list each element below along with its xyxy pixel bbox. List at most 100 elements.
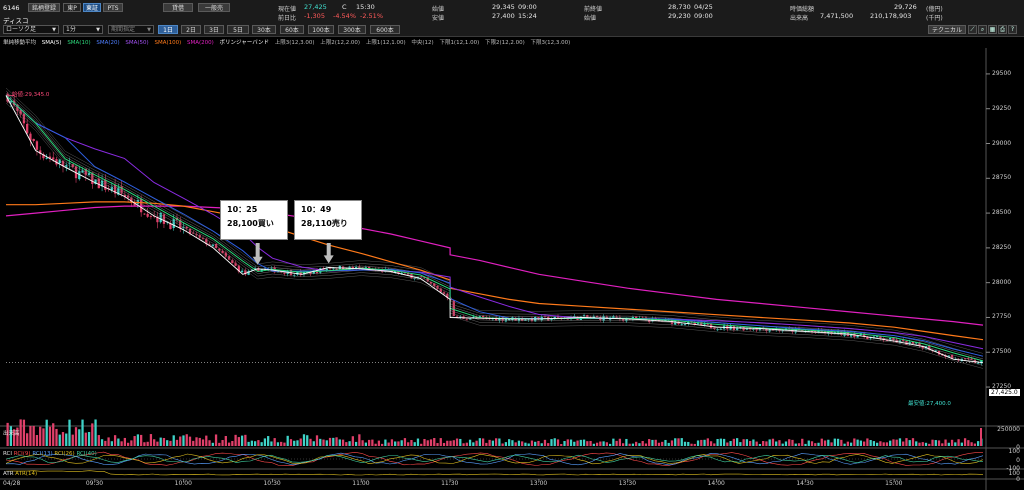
- rci-axis-top: 100: [1008, 448, 1020, 455]
- prev-close-date: 04/25: [694, 3, 713, 11]
- price-chart[interactable]: [0, 48, 1024, 490]
- pts-button[interactable]: PTS: [103, 3, 123, 12]
- volume-bar: [836, 438, 840, 446]
- interval-select[interactable]: 1分 ▼: [63, 25, 103, 34]
- volume-bar: [817, 442, 820, 446]
- volume-bar: [364, 442, 368, 446]
- timeframe-tab[interactable]: 600本: [370, 25, 400, 34]
- price-tick-label: 29250: [992, 104, 1012, 112]
- turnover-value: 210,178,903: [870, 12, 912, 20]
- volume-bar: [113, 435, 117, 446]
- volume-bar: [827, 439, 830, 446]
- volume-bar: [231, 440, 234, 446]
- volume-bar: [775, 441, 778, 446]
- time-tick-label: 11:00: [352, 480, 370, 487]
- volume-bar: [915, 441, 918, 446]
- print-icon[interactable]: ⎙: [998, 25, 1007, 34]
- chart-type-select[interactable]: ローソク足 ▼: [3, 25, 59, 34]
- help-icon[interactable]: ?: [1008, 25, 1017, 34]
- volume-bar: [52, 423, 55, 446]
- current-price-tag: 27,425.0: [989, 389, 1020, 396]
- tse-button[interactable]: 東証: [83, 3, 101, 12]
- volume-bar: [446, 440, 449, 446]
- volume-bar: [381, 443, 384, 446]
- legend-band-5: 下限1(12,1.00): [439, 40, 480, 46]
- volume-bar: [862, 441, 866, 446]
- candle-body: [465, 319, 468, 321]
- timeframe-tab[interactable]: 2日: [181, 25, 201, 34]
- volume-bar: [198, 437, 201, 446]
- volume-bar: [237, 437, 240, 446]
- timeframe-tab[interactable]: 30本: [252, 25, 276, 34]
- volume-bar: [39, 426, 42, 446]
- volume-bar: [644, 443, 648, 446]
- buy-time: 10：25: [227, 205, 258, 214]
- watchlist-button[interactable]: 銘柄登録: [28, 3, 60, 12]
- general-sell-button[interactable]: 一般売: [198, 3, 230, 12]
- volume-bar: [84, 432, 87, 446]
- volume-bar: [270, 441, 273, 446]
- volume-bar: [543, 439, 547, 446]
- volume-bar: [74, 427, 78, 446]
- draw-line-icon[interactable]: ⟋: [968, 25, 977, 34]
- timeframe-tab[interactable]: 5日: [227, 25, 249, 34]
- prev-close-value: 28,730: [668, 3, 691, 11]
- compare-select[interactable]: 期間指定 ▼: [108, 25, 154, 34]
- volume-bar: [586, 441, 589, 446]
- stock-code: 6146: [3, 4, 20, 12]
- volume-bar: [426, 440, 429, 446]
- timeframe-tab[interactable]: 1日: [158, 25, 178, 34]
- volume-bar: [628, 443, 631, 446]
- volume-bar: [667, 442, 670, 446]
- candle-body: [683, 324, 687, 325]
- volume-bar: [612, 438, 615, 446]
- volume-bar: [413, 442, 416, 446]
- candle-body: [146, 213, 149, 217]
- volume-bar: [387, 442, 390, 446]
- market-cap-unit: (億円): [926, 6, 943, 13]
- low-price-marker: 最安値:27,400.0: [908, 401, 951, 407]
- volume-bar: [416, 438, 420, 446]
- volume-bar: [882, 442, 885, 446]
- volume-bar: [100, 439, 104, 446]
- volume-bar: [452, 440, 455, 446]
- volume-bar: [32, 425, 35, 446]
- timeframe-tab[interactable]: 3日: [204, 25, 224, 34]
- grid-icon[interactable]: ▦: [988, 25, 997, 34]
- volume-bar: [823, 440, 827, 446]
- market-label[interactable]: 東P: [63, 3, 81, 12]
- volume-bar: [234, 434, 237, 446]
- timeframe-tab[interactable]: 60本: [280, 25, 304, 34]
- volume-bar: [117, 438, 120, 446]
- zoom-icon[interactable]: ⌕: [978, 25, 987, 34]
- technical-button[interactable]: テクニカル: [928, 25, 966, 34]
- timeframe-tab[interactable]: 100本: [308, 25, 334, 34]
- volume-bar: [615, 440, 618, 446]
- market-cap-value: 29,726: [894, 3, 917, 11]
- atr-axis-zero: 0: [1016, 476, 1020, 483]
- volume-bar: [384, 439, 387, 446]
- volume-bar: [459, 438, 462, 446]
- volume-bar: [130, 440, 133, 446]
- volume-bar: [866, 438, 869, 446]
- volume-bar: [481, 438, 485, 446]
- volume-bar: [192, 440, 195, 446]
- volume-bar: [48, 426, 52, 446]
- chevron-down-icon: ▼: [96, 27, 100, 33]
- volume-bar: [286, 435, 289, 446]
- volume-label: 出来高: [790, 15, 809, 22]
- volume-bar: [843, 443, 846, 446]
- legend-band-2: 上限2(12,2.00): [320, 40, 361, 46]
- volume-bar: [429, 439, 433, 446]
- volume-bar: [648, 439, 651, 446]
- volume-bar: [433, 438, 436, 446]
- volume-bar: [475, 440, 478, 446]
- margin-button[interactable]: 貸借: [163, 3, 193, 12]
- volume-bar: [690, 443, 693, 446]
- price-tick-label: 28250: [992, 243, 1012, 251]
- timeframe-tab[interactable]: 300本: [338, 25, 366, 34]
- candle-body: [970, 358, 973, 360]
- volume-bar: [599, 441, 602, 446]
- chart-type-value: ローソク足: [6, 26, 37, 33]
- volume-bar: [537, 440, 540, 446]
